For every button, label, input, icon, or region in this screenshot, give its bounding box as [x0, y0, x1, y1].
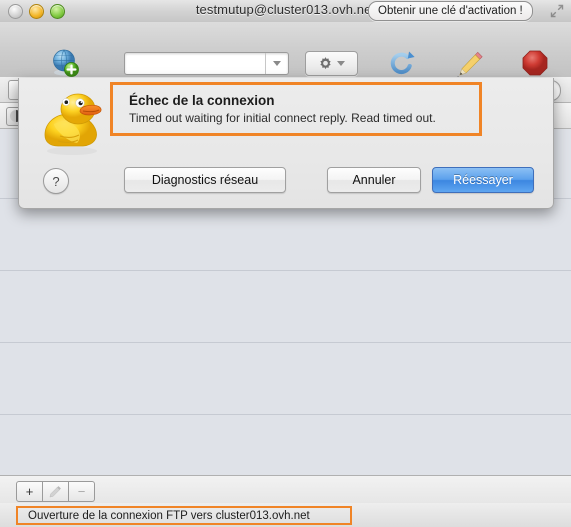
main-toolbar: Nouvelle connexion Connexion rapide Acti… — [0, 22, 571, 91]
table-row[interactable] — [0, 343, 571, 415]
quick-connect-dropdown-arrow[interactable] — [265, 53, 288, 74]
stop-octagon-icon — [505, 48, 565, 78]
status-highlight: Ouverture de la connexion FTP vers clust… — [16, 506, 352, 525]
help-button[interactable]: ? — [43, 168, 69, 194]
title-bar: testmutup@cluster013.ovh.net Obtenir une… — [0, 0, 571, 23]
cyberduck-window: testmutup@cluster013.ovh.net Obtenir une… — [0, 0, 571, 527]
gear-icon — [320, 57, 331, 70]
refresh-icon — [365, 48, 439, 78]
edit-bookmark-button[interactable] — [43, 481, 69, 502]
status-text: Ouverture de la connexion FTP vers clust… — [28, 509, 310, 522]
chevron-down-icon — [273, 61, 281, 66]
bookmark-actions-segment: + − — [16, 481, 95, 502]
rubber-duck-icon — [44, 93, 102, 155]
activation-key-badge[interactable]: Obtenir une clé d'activation ! — [368, 1, 533, 21]
dialog-message: Timed out waiting for initial connect re… — [129, 111, 436, 125]
dialog-title: Échec de la connexion — [129, 93, 275, 108]
bookmark-toolbar: + − — [0, 475, 571, 505]
add-bookmark-button[interactable]: + — [16, 481, 43, 502]
chevron-down-icon — [337, 61, 345, 66]
retry-button[interactable]: Réessayer — [432, 167, 534, 193]
table-row[interactable] — [0, 415, 571, 475]
toolbar-button-action[interactable] — [305, 51, 358, 76]
pencil-icon — [49, 486, 61, 498]
cancel-button[interactable]: Annuler — [327, 167, 421, 193]
fullscreen-icon[interactable] — [550, 4, 564, 18]
table-row[interactable] — [0, 271, 571, 343]
network-diagnostics-button[interactable]: Diagnostics réseau — [124, 167, 286, 193]
pencil-icon — [440, 48, 502, 78]
table-row[interactable] — [0, 199, 571, 271]
remove-bookmark-button[interactable]: − — [69, 481, 95, 502]
quick-connect-input[interactable] — [124, 52, 289, 75]
new-connection-icon — [8, 48, 120, 78]
dialog-message-highlight: Échec de la connexion Timed out waiting … — [110, 82, 482, 136]
